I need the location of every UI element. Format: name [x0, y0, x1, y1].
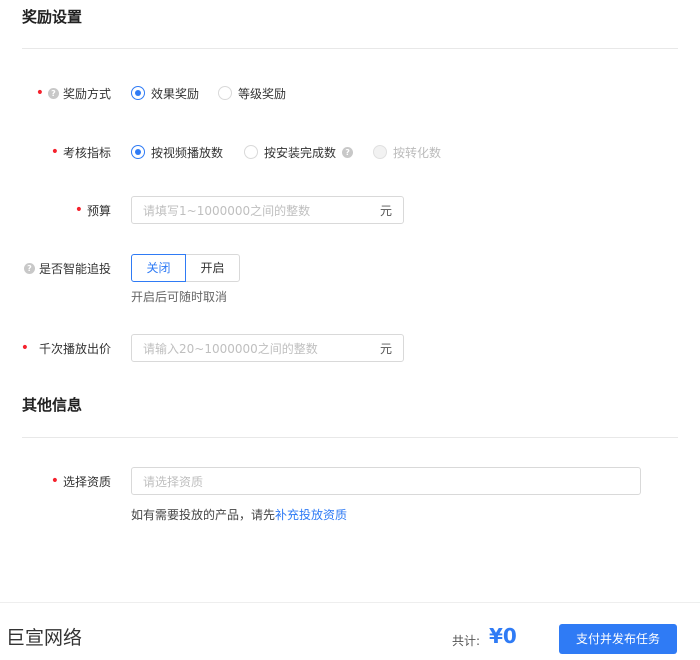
budget-input[interactable]: 请填写1~1000000之间的整数 元 [131, 196, 404, 224]
radio-label: 等级奖励 [238, 86, 287, 101]
cpm-input[interactable]: 请输入20~1000000之间的整数 元 [131, 334, 404, 362]
radio-icon [131, 145, 145, 159]
toggle-off-button[interactable]: 关闭 [131, 254, 186, 282]
required-mark: • [74, 202, 83, 218]
divider [22, 48, 678, 49]
label-text: 是否智能追投 [38, 261, 111, 276]
brand-logo: 巨宣网络 [6, 627, 83, 649]
help-icon[interactable]: ? [23, 262, 35, 274]
input-suffix: 元 [379, 203, 392, 218]
hint-text: 如有需要投放的产品，请先 [131, 508, 276, 522]
label-text: 选择资质 [62, 474, 111, 489]
radio-conversions: 按转化数 [373, 142, 441, 162]
smart-label: ? 是否智能追投 [23, 258, 111, 278]
toggle-on-button[interactable]: 开启 [185, 254, 240, 282]
section-title-reward: 奖励设置 [22, 8, 83, 26]
footer-divider [0, 602, 700, 603]
pay-and-publish-button[interactable]: 支付并发布任务 [559, 624, 677, 654]
help-icon[interactable]: ? [47, 87, 59, 99]
metric-label: • 考核指标 [51, 142, 111, 162]
radio-icon [131, 86, 145, 100]
placeholder: 请选择资质 [143, 474, 204, 489]
radio-icon [218, 86, 232, 100]
total-value: ¥0 [489, 624, 517, 648]
input-suffix: 元 [379, 341, 392, 356]
radio-video-plays[interactable]: 按视频播放数 [131, 142, 223, 162]
divider [22, 437, 678, 438]
help-icon[interactable]: ? [342, 146, 354, 158]
qualification-label: • 选择资质 [51, 471, 111, 491]
label-text: 预算 [86, 203, 111, 218]
qualification-select[interactable]: 请选择资质 [131, 467, 641, 495]
qualification-hint: 如有需要投放的产品，请先补充投放资质 [131, 506, 347, 523]
budget-label: • 预算 [75, 200, 111, 220]
required-mark: • [20, 340, 29, 356]
radio-installs[interactable]: 按安装完成数? [244, 142, 354, 162]
radio-label: 按转化数 [393, 145, 442, 160]
radio-icon [373, 145, 387, 159]
radio-label: 按安装完成数 [264, 145, 337, 160]
radio-effect-reward[interactable]: 效果奖励 [131, 83, 199, 103]
label-text: 考核指标 [62, 145, 111, 160]
required-mark: • [50, 144, 59, 160]
radio-icon [244, 145, 258, 159]
placeholder: 请填写1~1000000之间的整数 [143, 203, 311, 218]
total-label: 共计: [452, 634, 481, 648]
section-title-other: 其他信息 [22, 396, 83, 414]
required-mark: • [50, 473, 59, 489]
label-text: 千次播放出价 [38, 341, 111, 356]
required-mark: • [35, 85, 44, 101]
radio-label: 效果奖励 [151, 86, 200, 101]
radio-level-reward[interactable]: 等级奖励 [218, 83, 286, 103]
smart-hint: 开启后可随时取消 [131, 290, 228, 304]
placeholder: 请输入20~1000000之间的整数 [143, 341, 318, 356]
radio-label: 按视频播放数 [151, 145, 224, 160]
cpm-label: • 千次播放出价 [21, 338, 111, 358]
label-text: 奖励方式 [62, 86, 111, 101]
add-qualification-link[interactable]: 补充投放资质 [275, 508, 347, 522]
reward-type-label: •? 奖励方式 [36, 83, 111, 103]
